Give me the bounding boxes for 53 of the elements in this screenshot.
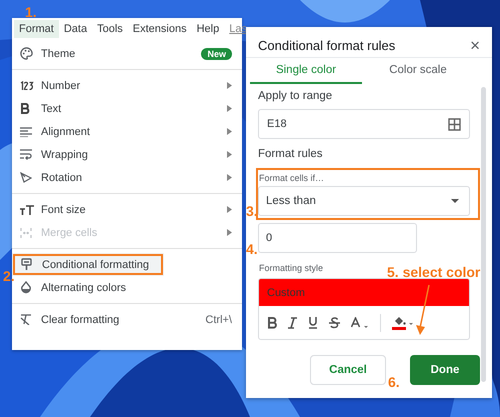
menu-item[interactable]: Wrapping	[12, 143, 242, 166]
bold-icon	[20, 103, 30, 114]
menu-bar-item[interactable]: Data	[58, 20, 92, 38]
menu-bar-item[interactable]: Format	[14, 20, 59, 38]
menu-item[interactable]: Text	[12, 97, 242, 120]
close-button[interactable]: ×	[470, 36, 480, 54]
value-field[interactable]: 0	[258, 223, 417, 253]
step-label: 4.	[246, 241, 258, 257]
align-left-icon	[20, 126, 32, 136]
rotation-icon	[20, 172, 32, 183]
font-size-icon	[20, 204, 34, 214]
menu-item[interactable]: Conditional formatting	[12, 253, 164, 276]
cancel-button[interactable]: Cancel	[310, 355, 386, 385]
dialog-title: Conditional format rules	[258, 38, 396, 52]
clear-format-icon	[20, 314, 32, 325]
menu-item[interactable]: Theme New	[12, 42, 242, 65]
step-label: 5. select color	[387, 264, 480, 280]
new-badge: New	[201, 48, 232, 60]
tab[interactable]: Single color	[250, 58, 362, 84]
menu-bar-item[interactable]: Tools	[92, 20, 128, 38]
menu-item[interactable]: Rotation	[12, 166, 242, 189]
menu-item[interactable]: Alignment	[12, 120, 242, 143]
palette-icon	[20, 47, 33, 60]
bold-icon[interactable]	[267, 316, 277, 328]
fill-color-icon[interactable]	[392, 315, 414, 330]
tab[interactable]: Color scale	[362, 58, 474, 84]
formatting-style-label: Formatting style	[259, 263, 324, 273]
condition-dropdown[interactable]: Less than	[258, 186, 470, 216]
drop-icon	[20, 281, 32, 294]
step-label: 6.	[388, 374, 400, 390]
italic-icon[interactable]	[288, 316, 297, 328]
range-field[interactable]: E18	[258, 109, 470, 139]
strikethrough-icon[interactable]	[329, 316, 340, 328]
condition-label: Format cells if…	[259, 173, 326, 183]
done-button[interactable]: Done	[410, 355, 480, 385]
text-color-icon[interactable]	[351, 316, 369, 328]
dropdown-caret-icon	[451, 199, 459, 203]
section-label: Apply to range	[258, 90, 334, 102]
number-format-icon	[20, 81, 34, 90]
section-label: Format rules	[258, 148, 324, 160]
menu-bar-item[interactable]: Help	[192, 20, 224, 38]
grid-icon	[448, 118, 461, 130]
wrap-text-icon	[20, 149, 32, 160]
menu-item[interactable]: Number	[12, 74, 242, 97]
menu-item[interactable]: Font size	[12, 198, 242, 221]
step-label: 1.	[25, 4, 37, 20]
underline-icon[interactable]	[308, 316, 318, 329]
step-label: 3.	[246, 203, 258, 219]
paint-roller-icon	[21, 258, 32, 271]
merge-cells-icon	[20, 226, 32, 238]
scrollbar[interactable]	[481, 87, 486, 382]
menu-item[interactable]: Clear formatting Ctrl+\	[12, 308, 242, 331]
menu-bar-item[interactable]: Extensions	[128, 20, 192, 38]
